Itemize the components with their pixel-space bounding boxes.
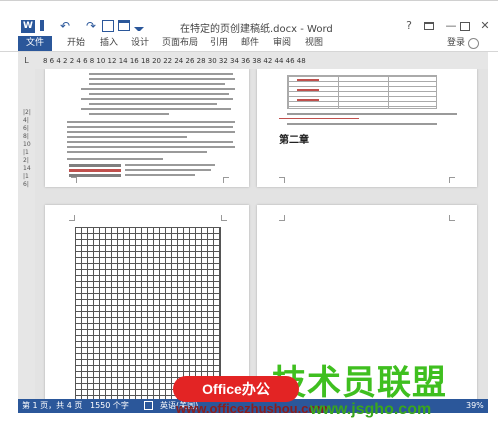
vertical-ruler[interactable]: |2|4|6|8|10|12|14|16| bbox=[18, 69, 35, 399]
undo-icon[interactable]: ↶ bbox=[58, 18, 72, 34]
text-line bbox=[89, 78, 235, 80]
window-title: 在特定的页创建稿纸.docx - Word bbox=[180, 24, 333, 35]
text-line bbox=[81, 98, 233, 100]
crop-mark bbox=[221, 215, 227, 221]
text-line bbox=[67, 121, 235, 123]
tab-home[interactable]: 开始 bbox=[64, 36, 88, 51]
page-2[interactable]: 第二章 bbox=[257, 69, 477, 187]
word-app-icon: W bbox=[21, 20, 35, 33]
new-document-icon[interactable] bbox=[102, 20, 114, 32]
proofing-icon[interactable] bbox=[144, 401, 153, 410]
text-line bbox=[287, 123, 437, 125]
text-line bbox=[89, 113, 169, 115]
redo-icon[interactable]: ↷ bbox=[84, 18, 98, 34]
page-count[interactable]: 第 1 页，共 4 页 bbox=[22, 399, 82, 413]
table-cell bbox=[297, 99, 319, 101]
text-line bbox=[67, 146, 235, 148]
crop-mark bbox=[69, 215, 75, 221]
crop-mark bbox=[449, 215, 455, 221]
tab-file[interactable]: 文件 bbox=[18, 36, 52, 51]
maximize-icon[interactable] bbox=[460, 22, 470, 31]
chapter-heading: 第二章 bbox=[279, 135, 309, 146]
save-icon[interactable] bbox=[40, 20, 44, 31]
zoom-level[interactable]: 39% bbox=[466, 399, 484, 413]
tab-review[interactable]: 审阅 bbox=[270, 36, 294, 51]
customize-qat-icon[interactable] bbox=[134, 27, 144, 31]
ribbon-display-options-icon[interactable] bbox=[424, 22, 434, 30]
page-3[interactable] bbox=[45, 205, 249, 399]
tab-insert[interactable]: 插入 bbox=[97, 36, 121, 51]
text-line bbox=[125, 169, 211, 171]
text-line bbox=[81, 108, 231, 110]
crop-mark bbox=[223, 177, 229, 183]
sign-in-link[interactable]: 登录 bbox=[447, 36, 465, 51]
crop-mark bbox=[279, 215, 285, 221]
text-line bbox=[125, 164, 215, 166]
text-line bbox=[89, 73, 233, 75]
smiley-feedback-icon[interactable] bbox=[468, 38, 479, 49]
word-count[interactable]: 1550 个字 bbox=[90, 399, 129, 413]
text-line bbox=[67, 151, 207, 153]
title-bar: W ↶ ↷ 在特定的页创建稿纸.docx - Word ? — ✕ bbox=[0, 0, 498, 36]
text-line bbox=[67, 126, 233, 128]
watermark-badge: Office办公 bbox=[173, 376, 299, 402]
page-1[interactable] bbox=[45, 69, 249, 187]
help-icon[interactable]: ? bbox=[400, 18, 418, 34]
manuscript-grid bbox=[75, 227, 221, 399]
text-line bbox=[67, 136, 187, 138]
vertical-ruler-ticks: |2|4|6|8|10|12|14|16| bbox=[23, 109, 31, 188]
ruler-ticks: 8 6 4 2 2 4 6 8 10 12 14 16 18 20 22 24 … bbox=[43, 57, 306, 65]
text-line bbox=[89, 83, 225, 85]
separator-line bbox=[279, 118, 359, 119]
text-line bbox=[81, 88, 235, 90]
crop-mark bbox=[279, 177, 285, 183]
tab-page-layout[interactable]: 页面布局 bbox=[160, 36, 200, 51]
watermark-url-1: www.officezhushou.com bbox=[176, 401, 328, 416]
text-line bbox=[89, 93, 229, 95]
text-line bbox=[67, 158, 163, 160]
tab-view[interactable]: 视图 bbox=[302, 36, 326, 51]
horizontal-ruler[interactable]: 8 6 4 2 2 4 6 8 10 12 14 16 18 20 22 24 … bbox=[35, 52, 488, 69]
watermark-logo-text: 技术员联盟 bbox=[272, 363, 447, 403]
ribbon-tab-bar: 文件 开始 插入 设计 页面布局 引用 邮件 审阅 视图 登录 bbox=[0, 36, 498, 52]
text-line bbox=[67, 141, 233, 143]
tab-mailings[interactable]: 邮件 bbox=[238, 36, 262, 51]
crop-mark bbox=[449, 177, 455, 183]
text-line bbox=[287, 113, 457, 115]
text-line bbox=[89, 103, 217, 105]
table-cell bbox=[297, 89, 319, 91]
tab-selector[interactable]: L bbox=[18, 52, 35, 69]
crop-mark bbox=[71, 177, 77, 183]
save-icon-2[interactable] bbox=[118, 20, 130, 31]
document-workspace[interactable]: 第二章 bbox=[35, 69, 488, 399]
tab-references[interactable]: 引用 bbox=[207, 36, 231, 51]
text-line bbox=[67, 131, 235, 133]
table-cell bbox=[69, 169, 121, 172]
tab-design[interactable]: 设计 bbox=[128, 36, 152, 51]
close-icon[interactable]: ✕ bbox=[476, 18, 494, 34]
table-cell bbox=[69, 164, 121, 167]
table-cell bbox=[297, 79, 319, 81]
minimize-icon[interactable]: — bbox=[442, 18, 460, 34]
watermark-url-2: www.jsgho.com bbox=[310, 401, 432, 418]
text-line bbox=[125, 174, 195, 176]
